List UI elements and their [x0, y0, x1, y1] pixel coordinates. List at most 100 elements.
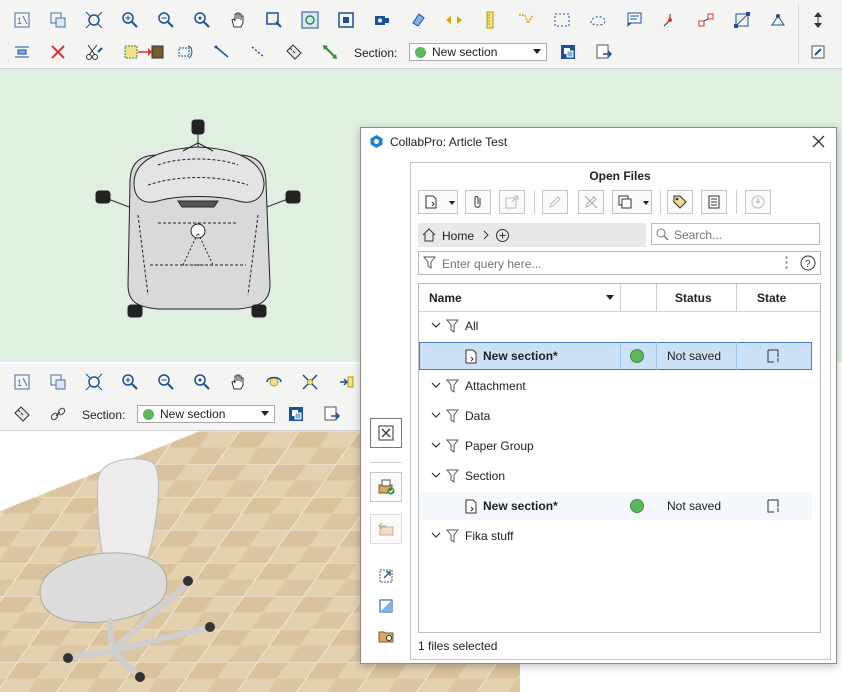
chevron-right-icon: [483, 230, 489, 240]
edit-note-icon[interactable]: [806, 40, 830, 64]
eraser-icon[interactable]: [406, 8, 430, 32]
group-row[interactable]: Data: [419, 402, 812, 430]
zoom-extents-icon[interactable]: [82, 8, 106, 32]
column-header-name[interactable]: Name: [429, 291, 462, 305]
cut-edit-icon[interactable]: [82, 40, 106, 64]
column-divider: [620, 284, 621, 311]
orbit-icon[interactable]: [262, 370, 286, 394]
zoom-all-icon[interactable]: [298, 8, 322, 32]
open-external-button[interactable]: [499, 190, 525, 214]
view-frame-icon[interactable]: [334, 8, 358, 32]
section-select[interactable]: New section: [409, 43, 547, 61]
split-view-button[interactable]: [370, 591, 402, 621]
chevron-down-icon[interactable]: [431, 442, 441, 449]
new-file-button[interactable]: [418, 190, 458, 214]
zoom-in-icon[interactable]: [118, 8, 142, 32]
check-in-button[interactable]: [370, 472, 402, 502]
zoom-out-icon[interactable]: [154, 370, 178, 394]
zoom-window-icon[interactable]: [46, 8, 70, 32]
copy-block-icon[interactable]: [122, 40, 166, 64]
chevron-down-icon[interactable]: [431, 532, 441, 539]
state-edit-icon[interactable]: [766, 498, 782, 514]
group-row[interactable]: Section: [419, 462, 812, 490]
line-dashed-icon[interactable]: [246, 40, 270, 64]
delete-icon[interactable]: [46, 40, 70, 64]
query-input[interactable]: [442, 256, 772, 272]
fit-view-icon[interactable]: [298, 370, 322, 394]
sync-button[interactable]: [745, 190, 771, 214]
arrows-horizontal-icon[interactable]: [442, 8, 466, 32]
file-row[interactable]: New section* Not saved: [419, 342, 812, 370]
link-icon[interactable]: [46, 402, 70, 426]
line-diagonal-icon[interactable]: [210, 40, 234, 64]
zoom-in-icon[interactable]: [118, 370, 142, 394]
transform-icon[interactable]: [730, 8, 754, 32]
file-row[interactable]: New section* Not saved: [419, 492, 812, 520]
section-select-3d[interactable]: New section: [137, 405, 275, 423]
properties-button[interactable]: [701, 190, 727, 214]
home-icon[interactable]: [422, 228, 436, 242]
more-vertical-icon[interactable]: [785, 255, 788, 269]
view-1-1-icon[interactable]: 1: [10, 8, 34, 32]
zoom-previous-icon[interactable]: [190, 370, 214, 394]
measure-ruler-icon[interactable]: [10, 402, 34, 426]
check-out-button[interactable]: [370, 514, 402, 544]
walk-icon[interactable]: [334, 370, 358, 394]
close-files-button[interactable]: [370, 418, 402, 448]
remove-edit-button[interactable]: [578, 190, 604, 214]
column-header-state[interactable]: State: [757, 291, 786, 305]
group-row[interactable]: Paper Group: [419, 432, 812, 460]
breadcrumb-home[interactable]: Home: [442, 229, 474, 243]
tag-button[interactable]: [667, 190, 693, 214]
chair-plan-drawing[interactable]: [88, 115, 313, 325]
chevron-down-icon[interactable]: [431, 412, 441, 419]
copy-button[interactable]: [612, 190, 652, 214]
search-input[interactable]: [674, 227, 814, 243]
dimension-icon[interactable]: [658, 8, 682, 32]
zoom-out-icon[interactable]: [154, 8, 178, 32]
section-export-icon[interactable]: [320, 402, 344, 426]
zoom-window-icon[interactable]: [46, 370, 70, 394]
rect-select-icon[interactable]: [550, 8, 574, 32]
section-manage-icon[interactable]: [284, 402, 308, 426]
group-row[interactable]: Attachment: [419, 372, 812, 400]
chevron-down-icon[interactable]: [431, 322, 441, 329]
section-export-icon[interactable]: [592, 40, 616, 64]
section-manage-icon[interactable]: [556, 40, 580, 64]
pan-hand-icon[interactable]: [226, 8, 250, 32]
snap-icon[interactable]: [766, 8, 790, 32]
add-circle-icon[interactable]: [495, 228, 510, 243]
lasso-select-icon[interactable]: [586, 8, 610, 32]
resize-vertical-icon[interactable]: [806, 8, 830, 32]
top-toolbar: 1 Section: New section: [0, 0, 842, 69]
rotate-copy-icon[interactable]: [174, 40, 198, 64]
polyline-icon[interactable]: [514, 8, 538, 32]
chevron-down-icon[interactable]: [431, 472, 441, 479]
edit-button[interactable]: [542, 190, 568, 214]
sort-down-icon[interactable]: [606, 295, 614, 300]
view-1-1-icon[interactable]: 1: [10, 370, 34, 394]
chevron-down-icon[interactable]: [431, 382, 441, 389]
3d-toolbar: 1 Section: New section: [0, 364, 362, 431]
attach-button[interactable]: [465, 190, 491, 214]
connect-icon[interactable]: [694, 8, 718, 32]
column-header-status[interactable]: Status: [675, 291, 712, 305]
expand-view-button[interactable]: [370, 561, 402, 591]
group-row[interactable]: Fika stuff: [419, 522, 812, 550]
close-icon[interactable]: [812, 135, 825, 148]
folder-settings-button[interactable]: [370, 621, 402, 651]
camera-view-icon[interactable]: [370, 8, 394, 32]
measure-ruler-icon[interactable]: [282, 40, 306, 64]
help-icon[interactable]: ?: [800, 255, 816, 271]
stretch-icon[interactable]: [318, 40, 342, 64]
pan-hand-icon[interactable]: [226, 370, 250, 394]
state-edit-icon[interactable]: [766, 348, 782, 364]
group-row[interactable]: All: [419, 312, 812, 340]
zoom-selection-icon[interactable]: [262, 8, 286, 32]
annotation-icon[interactable]: [622, 8, 646, 32]
zoom-extents-icon[interactable]: [82, 370, 106, 394]
zoom-previous-icon[interactable]: [190, 8, 214, 32]
section-status-dot: [415, 46, 426, 58]
align-icon[interactable]: [10, 40, 34, 64]
ruler-vertical-icon[interactable]: [478, 8, 502, 32]
